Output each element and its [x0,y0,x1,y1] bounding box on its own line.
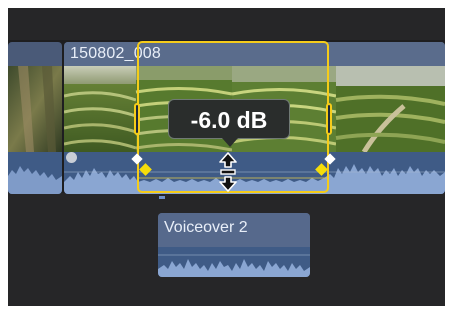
volume-level-tooltip: -6.0 dB [168,99,290,139]
previous-clip-thumbnail [8,66,62,152]
previous-clip[interactable] [8,42,62,194]
range-start-handle[interactable] [134,103,140,135]
voiceover-clip-header[interactable]: Voiceover 2 [158,213,310,247]
previous-clip-waveform [8,166,62,194]
voiceover-clip-audio[interactable] [158,247,310,277]
voiceover-waveform [158,254,310,277]
timeline-panel[interactable]: 150802_008 -6.0 dB Voiceover 2 [8,8,445,306]
previous-clip-audio[interactable] [8,152,62,194]
marker-icon[interactable] [66,152,77,163]
voiceover-clip[interactable]: Voiceover 2 [158,213,310,277]
voiceover-clip-name: Voiceover 2 [164,219,248,236]
playhead-marker [159,196,165,199]
volume-tooltip-pointer [222,138,238,147]
range-end-handle[interactable] [326,103,332,135]
resize-vertical-icon [219,152,237,192]
screenshot-stage: 150802_008 -6.0 dB Voiceover 2 [0,0,453,314]
